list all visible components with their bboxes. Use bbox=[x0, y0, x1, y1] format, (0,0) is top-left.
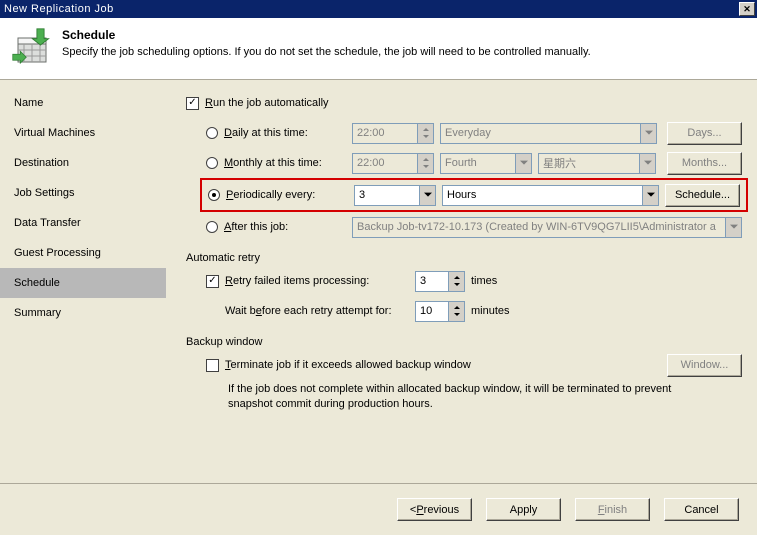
apply-button[interactable]: Apply bbox=[486, 498, 561, 521]
schedule-icon bbox=[12, 28, 50, 66]
titlebar: New Replication Job ✕ bbox=[0, 0, 757, 18]
sidebar-item-dest[interactable]: Destination bbox=[0, 148, 166, 178]
sidebar-item-jobset[interactable]: Job Settings bbox=[0, 178, 166, 208]
retry-count[interactable]: 3 bbox=[415, 271, 465, 292]
auto-row: ✓ Run the job automatically bbox=[186, 88, 742, 118]
window-title: New Replication Job bbox=[2, 3, 739, 15]
days-button: Days... bbox=[667, 122, 742, 145]
sidebar-item-name[interactable]: Name bbox=[0, 88, 166, 118]
terminate-label: Terminate job if it exceeds allowed back… bbox=[225, 359, 471, 371]
sidebar: Name Virtual Machines Destination Job Se… bbox=[0, 80, 166, 483]
window-hint: If the job does not complete within allo… bbox=[206, 380, 696, 413]
sidebar-item-guest[interactable]: Guest Processing bbox=[0, 238, 166, 268]
retry-checkbox[interactable]: ✓ bbox=[206, 275, 219, 288]
auto-checkbox[interactable]: ✓ bbox=[186, 97, 199, 110]
after-radio[interactable] bbox=[206, 221, 218, 233]
months-button: Months... bbox=[667, 152, 742, 175]
sidebar-item-transfer[interactable]: Data Transfer bbox=[0, 208, 166, 238]
daily-label: Daily at this time: bbox=[224, 127, 352, 139]
header: Schedule Specify the job scheduling opti… bbox=[0, 18, 757, 80]
periodic-unit[interactable]: Hours bbox=[442, 185, 659, 206]
wait-suffix: minutes bbox=[471, 305, 510, 317]
retry-label: Retry failed items processing: bbox=[225, 275, 415, 287]
header-subtitle: Specify the job scheduling options. If y… bbox=[62, 46, 591, 58]
after-job: Backup Job-tv172-10.173 (Created by WIN-… bbox=[352, 217, 742, 238]
sidebar-item-vm[interactable]: Virtual Machines bbox=[0, 118, 166, 148]
periodic-radio[interactable] bbox=[208, 189, 220, 201]
daily-radio[interactable] bbox=[206, 127, 218, 139]
wait-label: Wait before each retry attempt for: bbox=[225, 305, 415, 317]
header-title: Schedule bbox=[62, 28, 591, 42]
after-label: After this job: bbox=[224, 221, 352, 233]
sidebar-item-schedule[interactable]: Schedule bbox=[0, 268, 166, 298]
finish-button: Finish bbox=[575, 498, 650, 521]
terminate-checkbox[interactable] bbox=[206, 359, 219, 372]
sidebar-item-summary[interactable]: Summary bbox=[0, 298, 166, 328]
periodic-label: Periodically every: bbox=[226, 189, 354, 201]
window-section: Backup window bbox=[186, 336, 742, 348]
close-icon[interactable]: ✕ bbox=[739, 2, 755, 16]
previous-button[interactable]: < Previous bbox=[397, 498, 472, 521]
cancel-button[interactable]: Cancel bbox=[664, 498, 739, 521]
monthly-week: Fourth bbox=[440, 153, 532, 174]
monthly-label: Monthly at this time: bbox=[224, 157, 352, 169]
wait-value[interactable]: 10 bbox=[415, 301, 465, 322]
retry-section: Automatic retry bbox=[186, 252, 742, 264]
monthly-day: 星期六 bbox=[538, 153, 656, 174]
monthly-radio[interactable] bbox=[206, 157, 218, 169]
window-button: Window... bbox=[667, 354, 742, 377]
retry-suffix: times bbox=[471, 275, 497, 287]
auto-label: Run the job automatically bbox=[205, 97, 329, 109]
schedule-button[interactable]: Schedule... bbox=[665, 184, 740, 207]
periodic-value[interactable]: 3 bbox=[354, 185, 436, 206]
footer: < Previous Apply Finish Cancel bbox=[0, 483, 757, 535]
daily-time: 22:00 bbox=[352, 123, 434, 144]
daily-days: Everyday bbox=[440, 123, 657, 144]
monthly-time: 22:00 bbox=[352, 153, 434, 174]
